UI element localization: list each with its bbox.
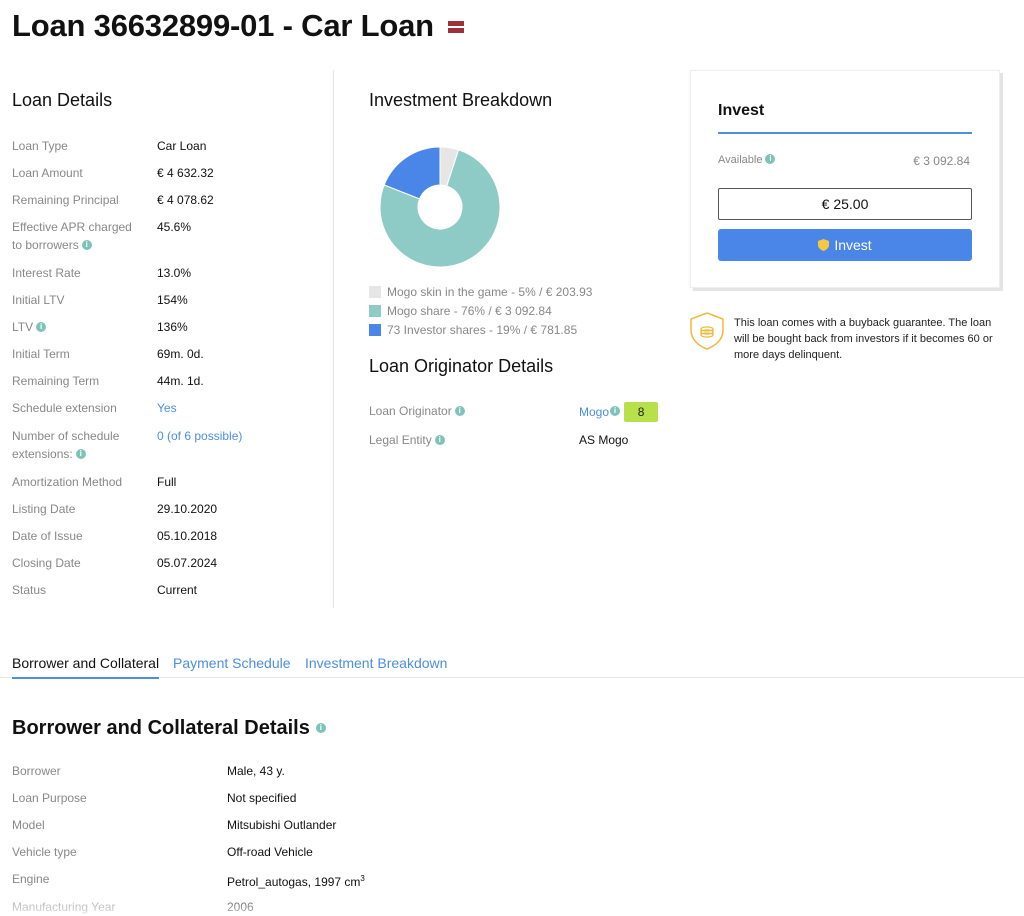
loan-detail-value: 05.07.2024 — [157, 556, 218, 570]
loan-detail-value: € 4 078.62 — [157, 193, 214, 207]
borrower-section-title-text: Borrower and Collateral Details — [12, 717, 310, 739]
loan-detail-value: 69m. 0d. — [157, 347, 204, 361]
buyback-guarantee-icon — [690, 312, 724, 350]
tab-borrower-and-collateral[interactable]: Borrower and Collateral — [12, 655, 160, 679]
loan-details-title: Loan Details — [12, 90, 113, 110]
loan-detail-label: Amortization Method — [12, 475, 123, 489]
loan-detail-label: Number of schedule extensions: i — [12, 429, 120, 461]
info-icon[interactable]: i — [765, 154, 776, 165]
info-icon[interactable]: i — [610, 406, 621, 416]
legend-item: Mogo share - 76% / € 3 092.84 — [369, 301, 592, 320]
borrower-detail-label: Loan Purpose — [12, 791, 87, 805]
borrower-section-title: Borrower and Collateral Details i — [12, 717, 326, 740]
loan-detail-label: Status — [12, 583, 47, 597]
loan-detail-label: Date of Issue — [12, 529, 83, 543]
investment-pie-chart — [379, 146, 501, 268]
invest-title: Invest — [718, 102, 765, 119]
loan-detail-label: Remaining Term — [12, 374, 100, 388]
borrower-detail-value: 2006 — [227, 900, 254, 914]
loan-detail-value: 13.0% — [157, 266, 192, 280]
legend-swatch — [369, 285, 381, 298]
invest-button[interactable]: Invest — [718, 229, 972, 261]
loan-detail-label: Listing Date — [12, 502, 76, 516]
loan-detail-label: Interest Rate — [12, 266, 81, 280]
loan-detail-value: 05.10.2018 — [157, 529, 218, 543]
originator-title: Loan Originator Details — [369, 356, 554, 376]
loan-detail-label: Remaining Principal — [12, 193, 119, 207]
loan-detail-label: LTV i — [12, 318, 147, 336]
info-icon[interactable]: i — [75, 448, 86, 459]
legend-item: 73 Investor shares - 19% / € 781.85 — [369, 320, 592, 339]
loan-detail-value: Car Loan — [157, 139, 207, 153]
buyback-text: This loan comes with a buyback guarantee… — [734, 317, 993, 361]
shield-icon — [818, 239, 830, 251]
invest-card: Invest Availablei € 3 092.84 Invest — [690, 70, 1000, 288]
available-label: Available i — [718, 154, 776, 166]
invest-amount-input[interactable] — [718, 188, 972, 220]
originator-rating-badge: 8 — [624, 402, 659, 422]
latvia-flag-icon — [447, 21, 464, 33]
borrower-detail-label: Vehicle type — [12, 845, 77, 859]
legend-label: Mogo skin in the game - 5% / € 203.93 — [387, 284, 593, 299]
borrower-detail-label: Model — [12, 818, 45, 832]
borrower-detail-value: Off-road Vehicle — [227, 845, 313, 859]
details-tabs: Borrower and Collateral Payment Schedule… — [0, 652, 1024, 679]
pie-legend: Mogo skin in the game - 5% / € 203.93 Mog… — [369, 282, 592, 339]
legend-item: Mogo skin in the game - 5% / € 203.93 — [369, 282, 592, 301]
loan-detail-value[interactable]: Yes — [157, 399, 177, 417]
borrower-detail-value: Mitsubishi Outlander — [227, 818, 337, 832]
loan-detail-value: 154% — [157, 293, 188, 307]
loan-originator-value: Mogo i 8 — [579, 402, 659, 422]
originator-panel: Loan Originator Details Loan Originator i… — [369, 356, 699, 447]
legend-swatch — [369, 323, 381, 336]
originator-link[interactable]: Mogo — [579, 403, 609, 421]
page-title-text: Loan 36632899-01 - Car Loan — [12, 8, 434, 43]
loan-detail-label: Schedule extension — [12, 401, 117, 415]
borrower-detail-value: Petrol_autogas, 1997 cm3 — [227, 874, 365, 889]
loan-detail-value: 44m. 1d. — [157, 374, 204, 388]
legal-entity-value: AS Mogo — [579, 433, 629, 447]
page-title: Loan 36632899-01 - Car Loan — [12, 8, 464, 44]
loan-detail-label: Loan Amount — [12, 166, 83, 180]
borrower-detail-label: Manufacturing Year — [12, 900, 116, 914]
investment-breakdown-title: Investment Breakdown — [369, 90, 553, 110]
borrower-detail-label: Borrower — [12, 764, 61, 778]
borrower-detail-label: Engine — [12, 872, 50, 886]
loan-detail-label: Loan Type — [12, 139, 68, 153]
loan-detail-value: Current — [157, 583, 198, 597]
loan-detail-label: Closing Date — [12, 556, 81, 570]
legal-entity-label: Legal Entity i — [369, 431, 445, 449]
available-value: € 3 092.84 — [913, 154, 970, 168]
legend-label: Mogo share - 76% / € 3 092.84 — [387, 303, 552, 318]
loan-detail-value: € 4 632.32 — [157, 166, 214, 180]
info-icon[interactable]: i — [315, 722, 326, 733]
info-icon[interactable]: i — [434, 434, 445, 445]
loan-detail-value: 136% — [157, 320, 188, 334]
legend-label: 73 Investor shares - 19% / € 781.85 — [387, 322, 578, 337]
legend-swatch — [369, 304, 381, 317]
loan-detail-value: Full — [157, 475, 177, 489]
info-icon[interactable]: i — [36, 321, 47, 332]
loan-detail-label: Initial LTV — [12, 293, 65, 307]
loan-detail-label: Effective APR charged to borrowers i — [12, 220, 132, 252]
loan-originator-label: Loan Originator i — [369, 402, 465, 420]
loan-details-panel: Loan Details Loan Type Car Loan Loan Amoun… — [12, 70, 334, 608]
invest-title-underline — [718, 132, 972, 134]
tab-payment-schedule[interactable]: Payment Schedule — [173, 655, 291, 677]
invest-button-label: Invest — [834, 237, 872, 253]
tab-investment-breakdown[interactable]: Investment Breakdown — [305, 655, 447, 677]
info-icon[interactable]: i — [81, 239, 92, 250]
info-icon[interactable]: i — [454, 405, 465, 416]
loan-detail-value: 29.10.2020 — [157, 502, 218, 516]
borrower-detail-value: Not specified — [227, 791, 297, 805]
loan-detail-value: 45.6% — [157, 220, 192, 234]
loan-detail-value[interactable]: 0 (of 6 possible) — [157, 427, 242, 445]
borrower-detail-value: Male, 43 y. — [227, 764, 285, 778]
loan-detail-label: Initial Term — [12, 347, 70, 361]
